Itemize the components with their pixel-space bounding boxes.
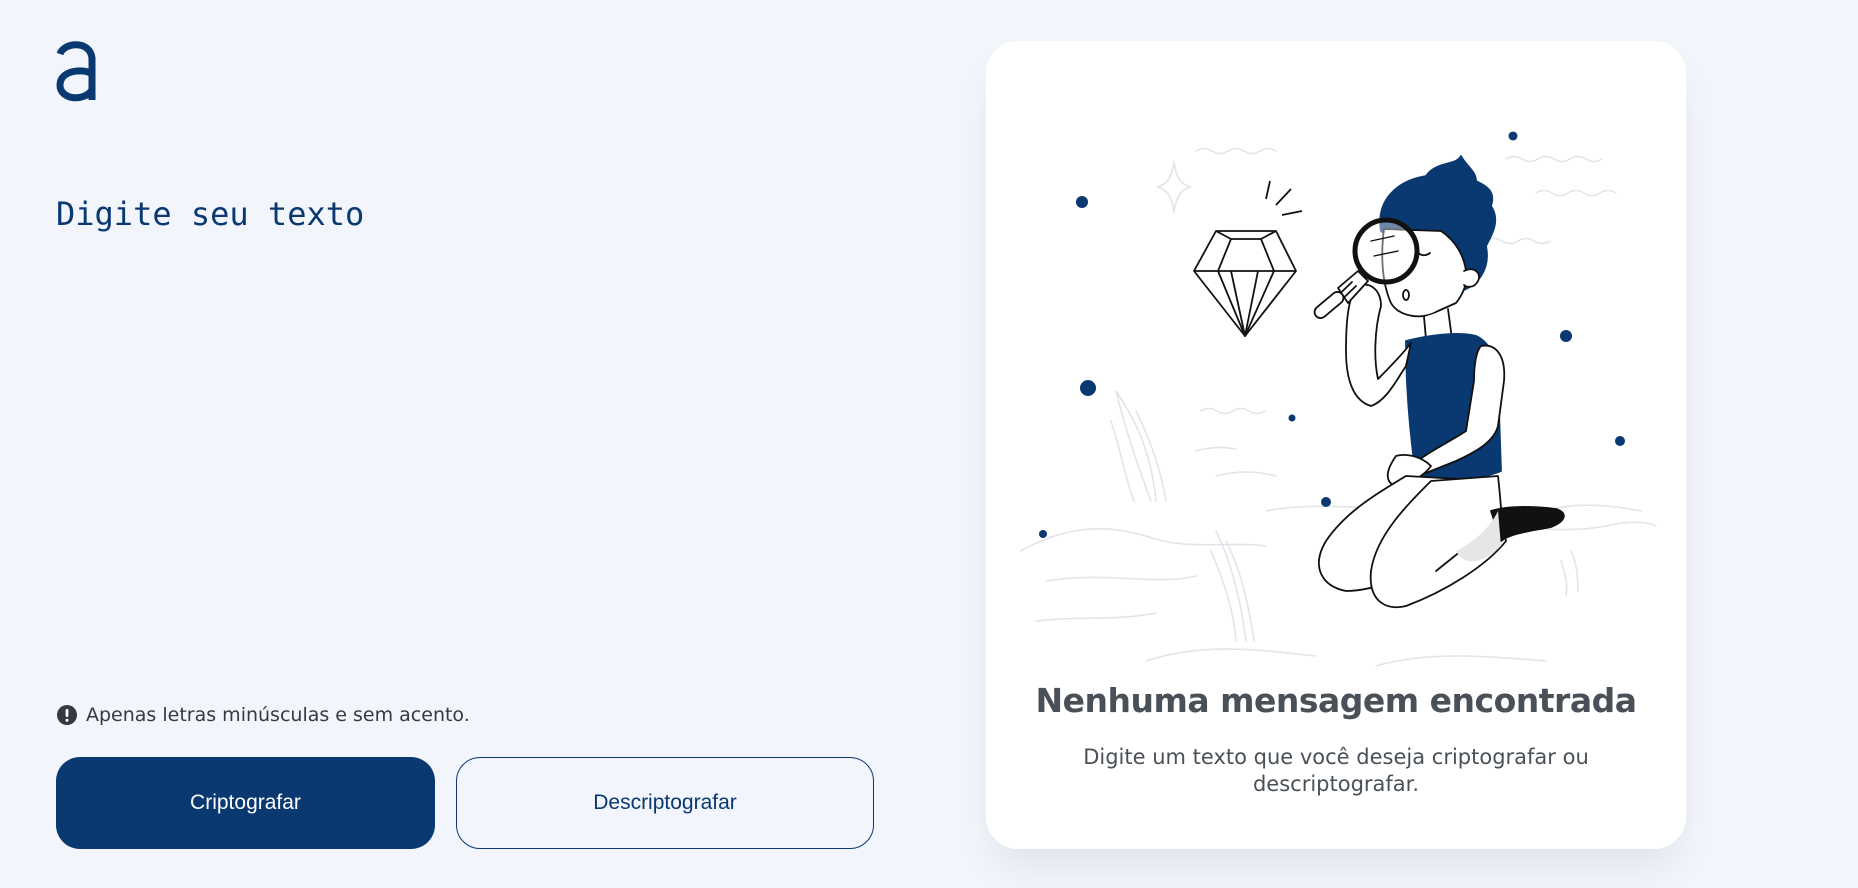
encrypt-button[interactable]: Criptografar bbox=[56, 757, 435, 849]
decrypt-button[interactable]: Descriptografar bbox=[456, 757, 874, 849]
output-description: Digite um texto que você deseja criptogr… bbox=[1083, 745, 1589, 796]
person-with-magnifier-illustration bbox=[1020, 131, 1657, 667]
output-panel: Nenhuma mensagem encontrada Digite um te… bbox=[986, 41, 1686, 849]
hint-text: Apenas letras minúsculas e sem acento. bbox=[86, 704, 470, 726]
output-title: Nenhuma mensagem encontrada bbox=[1035, 681, 1637, 720]
page: Apenas letras minúsculas e sem acento. C… bbox=[0, 0, 1858, 888]
message-input[interactable] bbox=[56, 190, 856, 650]
exclamation-circle-icon bbox=[57, 705, 77, 725]
input-hint: Apenas letras minúsculas e sem acento. bbox=[56, 704, 470, 726]
logo-a-icon[interactable] bbox=[56, 40, 96, 102]
